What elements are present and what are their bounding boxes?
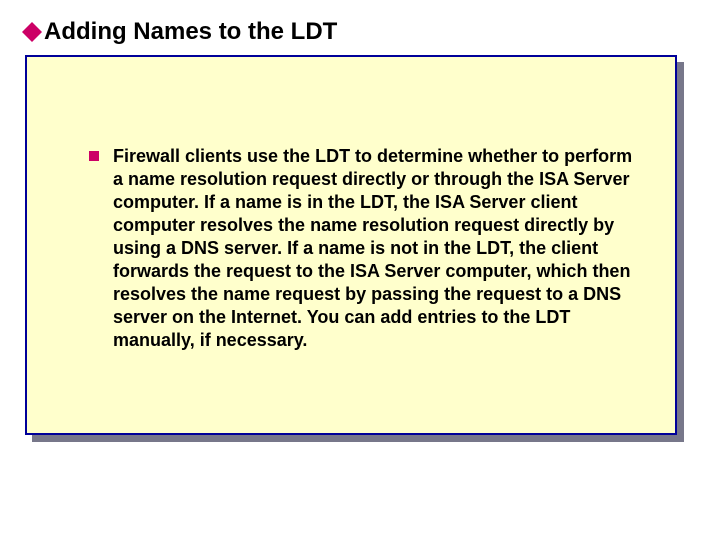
body-row: Firewall clients use the LDT to determin…: [47, 145, 655, 352]
diamond-bullet-icon: [22, 22, 42, 42]
slide: Adding Names to the LDT Firewall clients…: [0, 0, 720, 540]
square-bullet-icon: [89, 151, 99, 161]
body-text: Firewall clients use the LDT to determin…: [113, 145, 643, 352]
content-box: Firewall clients use the LDT to determin…: [25, 55, 677, 435]
slide-title-row: Adding Names to the LDT: [22, 18, 337, 46]
slide-title: Adding Names to the LDT: [44, 18, 337, 46]
